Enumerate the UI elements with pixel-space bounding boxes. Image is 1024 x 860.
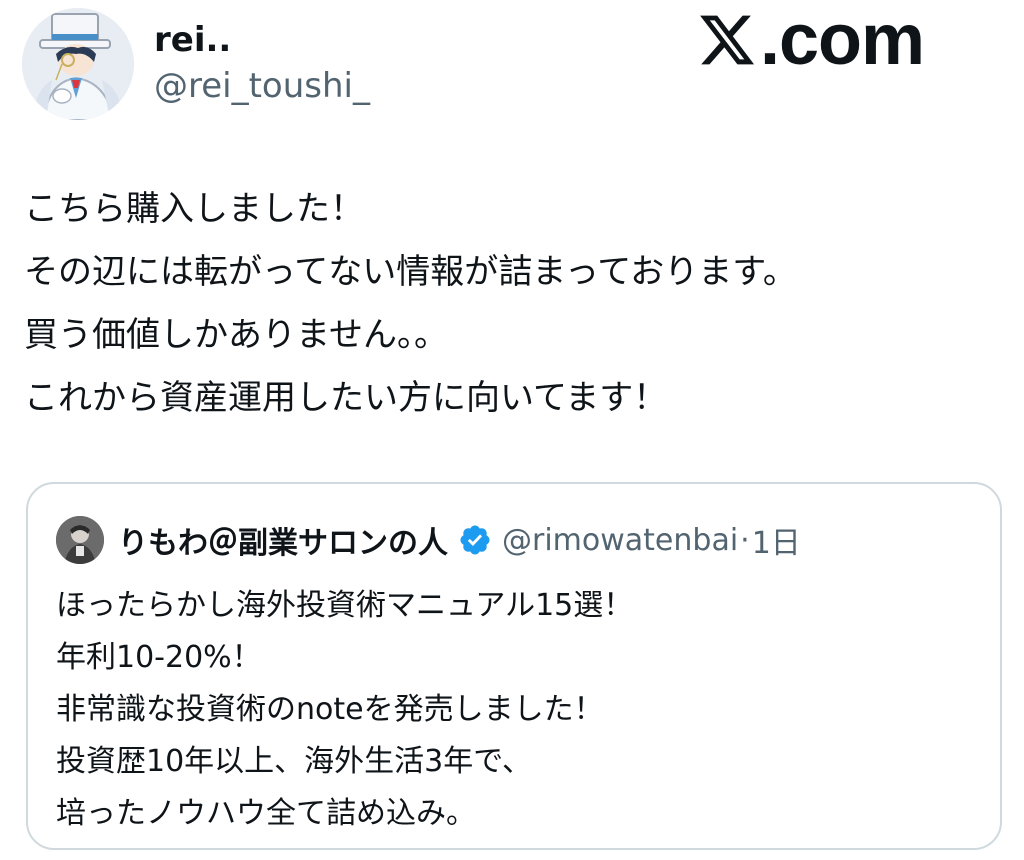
quoted-tweet-card[interactable]: りもわ＠副業サロンの人 @rimowatenbai · 1日 ほったらかし海外投… <box>26 482 1002 850</box>
meta-separator: · <box>740 522 750 558</box>
quoted-tweet-line: 年利10-20%！ <box>56 640 262 675</box>
logo-text: .com <box>760 0 925 80</box>
quoted-author-handle[interactable]: @rimowatenbai <box>502 523 738 558</box>
tweet-screenshot: rei.. @rei_toushi_ .com こちら購入しました！ その辺には… <box>0 0 1024 860</box>
tweet-line: これから資産運用したい方に向いてます！ <box>24 378 668 418</box>
x-com-logo: .com <box>696 0 925 80</box>
quoted-tweet-body: ほったらかし海外投資術マニュアル15選！ 年利10-20%！ 非常識な投資術のn… <box>56 580 976 840</box>
quoted-tweet-line: ほったらかし海外投資術マニュアル15選！ <box>56 588 634 623</box>
quoted-author-avatar[interactable] <box>56 516 104 564</box>
quoted-tweet-header: りもわ＠副業サロンの人 @rimowatenbai · 1日 <box>56 516 801 564</box>
anime-character-avatar-icon <box>22 8 134 120</box>
quoted-avatar-icon <box>56 516 104 564</box>
tweet-line: こちら購入しました！ <box>24 189 364 229</box>
author-avatar[interactable] <box>22 8 134 120</box>
quoted-tweet-line: 培ったノウハウ全て詰め込み。 <box>56 796 476 831</box>
author-display-name[interactable]: rei.. <box>154 20 231 60</box>
author-handle[interactable]: @rei_toushi_ <box>154 66 370 106</box>
tweet-line: その辺には転がってない情報が詰まっております。 <box>24 252 797 292</box>
tweet-line: 買う価値しかありません。。 <box>24 315 448 355</box>
quoted-tweet-line: 投資歴10年以上、海外生活3年で、 <box>56 744 533 779</box>
verified-badge-icon <box>460 525 490 555</box>
quoted-tweet-time[interactable]: 1日 <box>752 518 801 562</box>
x-logo-icon <box>700 15 755 65</box>
quoted-tweet-line: 非常識な投資術のnoteを発売しました！ <box>56 692 604 727</box>
tweet-body: こちら購入しました！ その辺には転がってない情報が詰まっております。 買う価値し… <box>24 178 1004 430</box>
quoted-author-name[interactable]: りもわ＠副業サロンの人 <box>118 518 448 562</box>
